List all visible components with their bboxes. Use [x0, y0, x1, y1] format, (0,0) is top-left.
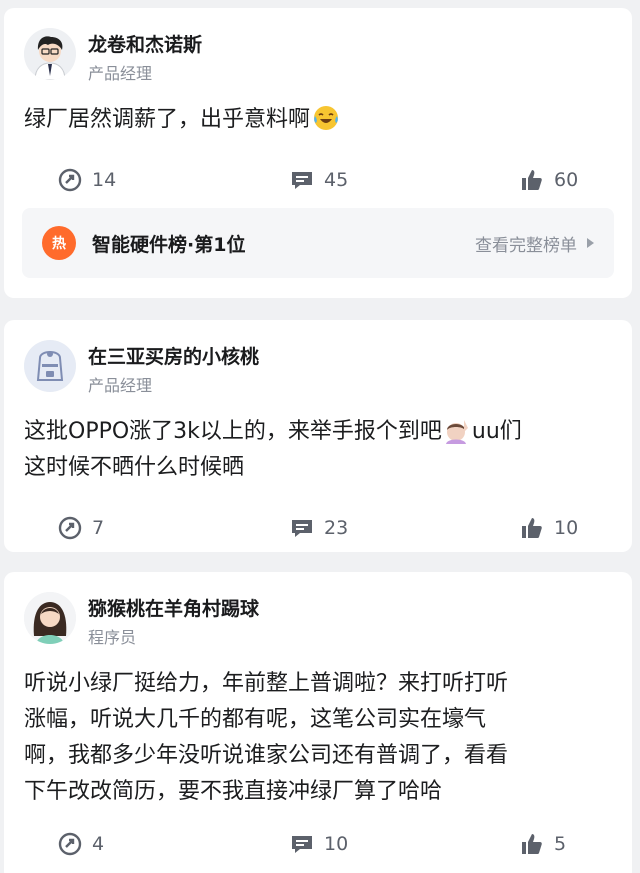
user-role: 产品经理 — [88, 376, 153, 395]
like-icon — [522, 170, 542, 190]
comment-button[interactable]: 45 — [290, 160, 348, 200]
avatar-image — [24, 28, 76, 80]
view-full-ranking-link[interactable]: 查看完整榜单 — [475, 231, 594, 256]
avatar[interactable] — [24, 340, 76, 392]
like-count: 5 — [554, 833, 567, 855]
post-header: 在三亚买房的小核桃 产品经理 — [24, 320, 612, 395]
comment-count: 23 — [324, 517, 349, 539]
share-icon — [58, 832, 82, 856]
username[interactable]: 龙卷和杰诺斯 — [88, 30, 202, 57]
like-count: 10 — [554, 517, 579, 539]
like-button[interactable]: 5 — [520, 824, 566, 864]
share-button[interactable]: 7 — [58, 508, 104, 548]
like-button[interactable]: 10 — [520, 508, 578, 548]
user-role: 程序员 — [88, 628, 137, 647]
share-icon — [58, 168, 82, 192]
avatar[interactable] — [24, 28, 76, 80]
post-text-content: 这批OPPO涨了3k以上的，来举手报个到吧 — [24, 419, 442, 444]
post-text: 这批OPPO涨了3k以上的，来举手报个到吧 uu们 这时候不晒什么时候晒 — [24, 414, 612, 486]
laughing-crying-emoji-icon — [314, 106, 339, 130]
post-card[interactable]: 在三亚买房的小核桃 产品经理 这批OPPO涨了3k以上的，来举手报个到吧 uu们… — [4, 320, 632, 552]
comment-icon — [292, 836, 312, 853]
like-icon — [522, 834, 542, 854]
fire-badge-text: 热 — [52, 236, 66, 252]
like-button[interactable]: 60 — [520, 160, 578, 200]
comment-button[interactable]: 23 — [290, 508, 348, 548]
comment-count: 10 — [324, 833, 349, 855]
view-full-ranking-label: 查看完整榜单 — [475, 235, 577, 256]
raising-hand-emoji-icon — [445, 420, 468, 444]
comment-count: 45 — [324, 169, 349, 191]
post-actions: 14 45 60 — [24, 160, 612, 200]
ranking-title: 智能硬件榜·第1位 — [92, 233, 246, 256]
share-count: 14 — [92, 169, 117, 191]
comment-icon — [292, 172, 312, 189]
avatar-image — [24, 340, 76, 392]
user-role: 产品经理 — [88, 64, 153, 83]
avatar-image — [24, 592, 76, 644]
like-count: 60 — [554, 169, 579, 191]
share-count: 4 — [92, 833, 105, 855]
share-button[interactable]: 14 — [58, 160, 116, 200]
post-header: 猕猴桃在羊角村踢球 程序员 — [24, 572, 612, 647]
ranking-banner[interactable]: 热 智能硬件榜·第1位 查看完整榜单 — [22, 208, 614, 278]
like-icon — [522, 518, 542, 538]
chevron-right-icon — [587, 238, 594, 248]
post-text-content: 绿厂居然调薪了，出乎意料啊 — [24, 107, 311, 132]
post-card[interactable]: 猕猴桃在羊角村踢球 程序员 听说小绿厂挺给力，年前整上普调啦？来打听打听 涨幅，… — [4, 572, 632, 873]
username[interactable]: 猕猴桃在羊角村踢球 — [88, 594, 259, 621]
share-count: 7 — [92, 517, 105, 539]
comment-icon — [292, 520, 312, 537]
fire-icon: 热 — [42, 226, 76, 260]
comment-button[interactable]: 10 — [290, 824, 348, 864]
post-actions: 7 23 10 — [24, 508, 612, 548]
username[interactable]: 在三亚买房的小核桃 — [88, 342, 259, 369]
share-icon — [58, 516, 82, 540]
post-actions: 4 10 5 — [24, 824, 612, 864]
share-button[interactable]: 4 — [58, 824, 104, 864]
post-header: 龙卷和杰诺斯 产品经理 — [24, 8, 612, 83]
post-text: 听说小绿厂挺给力，年前整上普调啦？来打听打听 涨幅，听说大几千的都有呢，这笔公司… — [24, 671, 509, 804]
post-card[interactable]: 龙卷和杰诺斯 产品经理 绿厂居然调薪了，出乎意料啊 14 45 60 热 智能硬… — [4, 8, 632, 298]
avatar[interactable] — [24, 592, 76, 644]
post-text: 绿厂居然调薪了，出乎意料啊 — [24, 102, 612, 138]
